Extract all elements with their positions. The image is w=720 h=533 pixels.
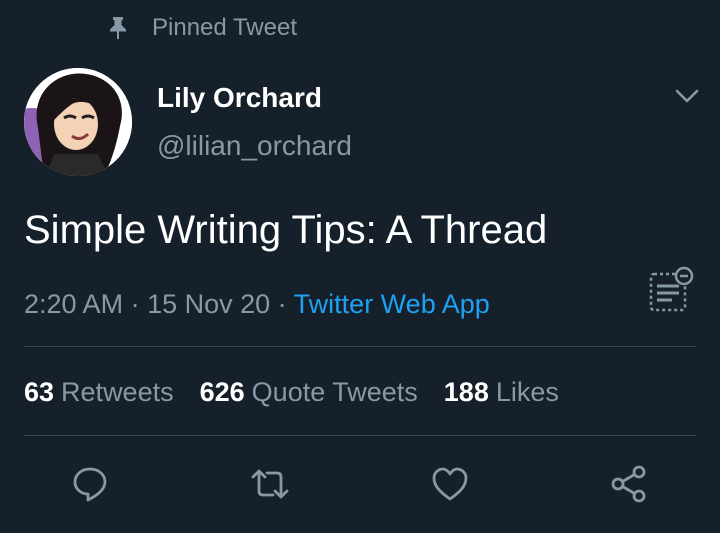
quote-tweets-label: Quote Tweets <box>251 377 418 407</box>
meta-separator: · <box>123 289 148 319</box>
like-icon <box>430 465 470 508</box>
tweet-stats: 63 Retweets 626 Quote Tweets 188 Likes <box>24 374 559 410</box>
likes-count: 188 <box>443 377 489 407</box>
likes-label: Likes <box>495 377 559 407</box>
meta-separator: · <box>270 289 294 319</box>
reply-icon <box>71 465 109 508</box>
retweets-label: Retweets <box>61 377 174 407</box>
user-handle[interactable]: @lilian_orchard <box>157 130 352 162</box>
pin-icon <box>108 15 130 41</box>
retweets-count: 63 <box>24 377 55 407</box>
likes-stat[interactable]: 188 Likes <box>444 374 559 410</box>
display-name[interactable]: Lily Orchard <box>157 82 352 114</box>
retweet-icon <box>249 465 291 508</box>
share-icon <box>609 464 649 509</box>
user-block[interactable]: Lily Orchard @lilian_orchard <box>157 82 352 162</box>
tweet-source-link[interactable]: Twitter Web App <box>294 289 490 319</box>
tweet-date[interactable]: 15 Nov 20 <box>147 289 270 319</box>
like-button[interactable] <box>430 466 470 506</box>
tweet-text: Simple Writing Tips: A Thread <box>24 208 548 252</box>
retweet-button[interactable] <box>250 466 290 506</box>
tweet-meta: 2:20 AM · 15 Nov 20 · Twitter Web App <box>24 286 490 322</box>
divider <box>24 346 696 347</box>
avatar[interactable] <box>24 68 132 176</box>
reply-button[interactable] <box>70 466 110 506</box>
pinned-label: Pinned Tweet <box>152 14 297 41</box>
tweet-time[interactable]: 2:20 AM <box>24 289 123 319</box>
pinned-indicator: Pinned Tweet <box>108 14 297 42</box>
divider <box>24 435 696 436</box>
chevron-down-icon[interactable] <box>674 86 700 106</box>
tweet-detail: Pinned Tweet Lily Orchard @lilian_orchar… <box>0 0 720 533</box>
analytics-icon[interactable] <box>646 266 696 314</box>
quote-tweets-count: 626 <box>199 377 245 407</box>
share-button[interactable] <box>609 464 649 509</box>
quote-tweets-stat[interactable]: 626 Quote Tweets <box>200 374 418 410</box>
retweets-stat[interactable]: 63 Retweets <box>24 374 174 410</box>
action-bar <box>0 464 720 509</box>
